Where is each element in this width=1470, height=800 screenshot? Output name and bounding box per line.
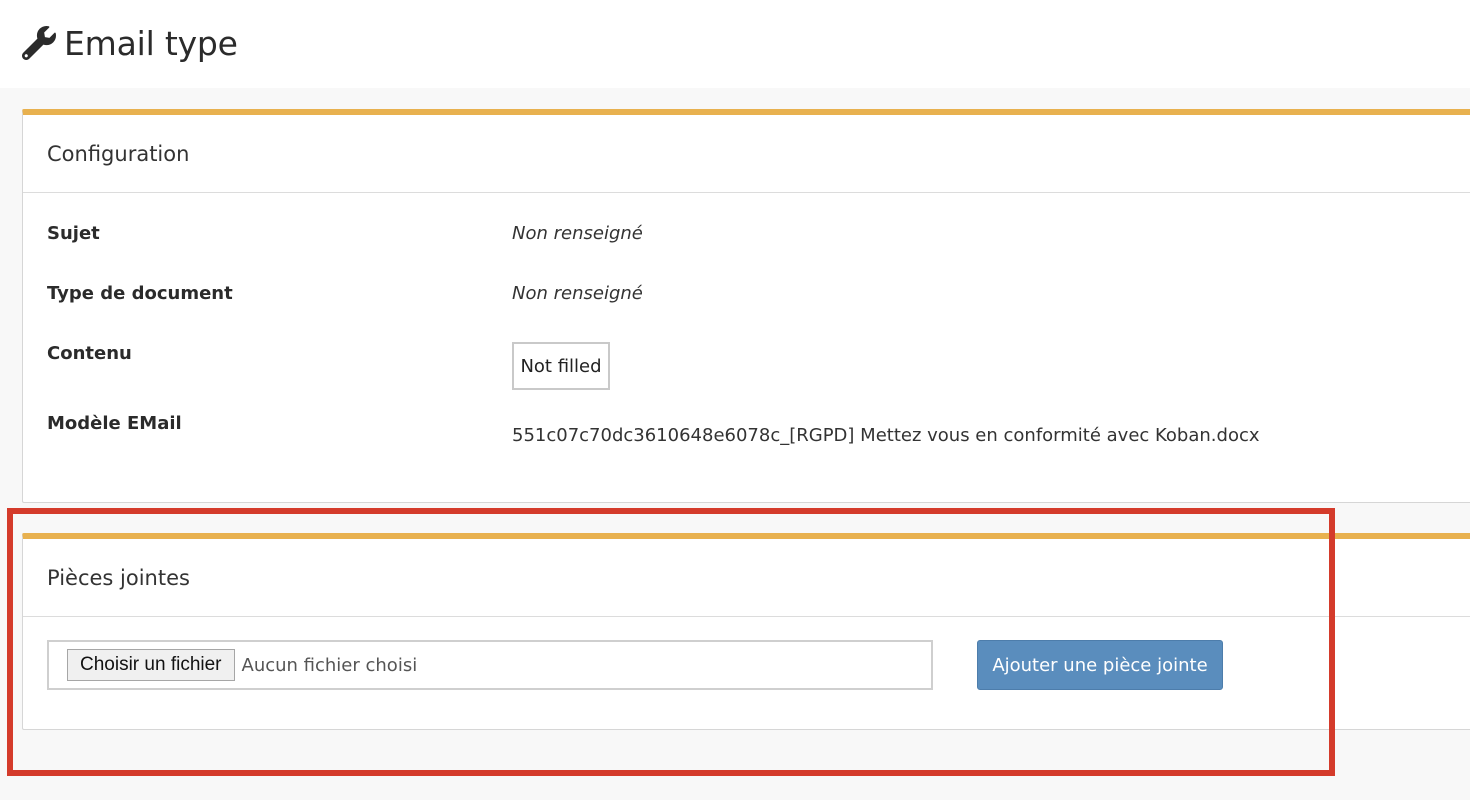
attachments-panel: Pièces jointes Choisir un fichier Aucun … <box>22 533 1470 730</box>
email-template-value: 551c07c70dc3610648e6078c_[RGPD] Mettez v… <box>512 425 1260 446</box>
content-value: Not filled <box>520 355 602 377</box>
content-label: Contenu <box>47 343 132 364</box>
page-header: Email type <box>0 0 1470 88</box>
content-value-box: Not filled <box>512 342 610 390</box>
attachments-heading: Pièces jointes <box>23 539 1470 617</box>
document-type-value: Non renseigné <box>512 283 643 304</box>
page-title: Email type <box>22 22 238 64</box>
email-template-label: Modèle EMail <box>47 413 182 434</box>
wrench-icon <box>22 26 56 60</box>
choose-file-button[interactable]: Choisir un fichier <box>67 649 235 681</box>
document-type-label: Type de document <box>47 283 233 304</box>
add-attachment-button[interactable]: Ajouter une pièce jointe <box>977 640 1223 690</box>
file-status: Aucun fichier choisi <box>241 654 418 676</box>
page-title-text: Email type <box>64 23 238 63</box>
subject-label: Sujet <box>47 223 100 244</box>
file-input[interactable]: Choisir un fichier Aucun fichier choisi <box>47 640 933 690</box>
subject-value: Non renseigné <box>512 223 643 244</box>
configuration-panel: Configuration Sujet Non renseigné Type d… <box>22 109 1470 503</box>
configuration-heading: Configuration <box>23 115 1470 193</box>
